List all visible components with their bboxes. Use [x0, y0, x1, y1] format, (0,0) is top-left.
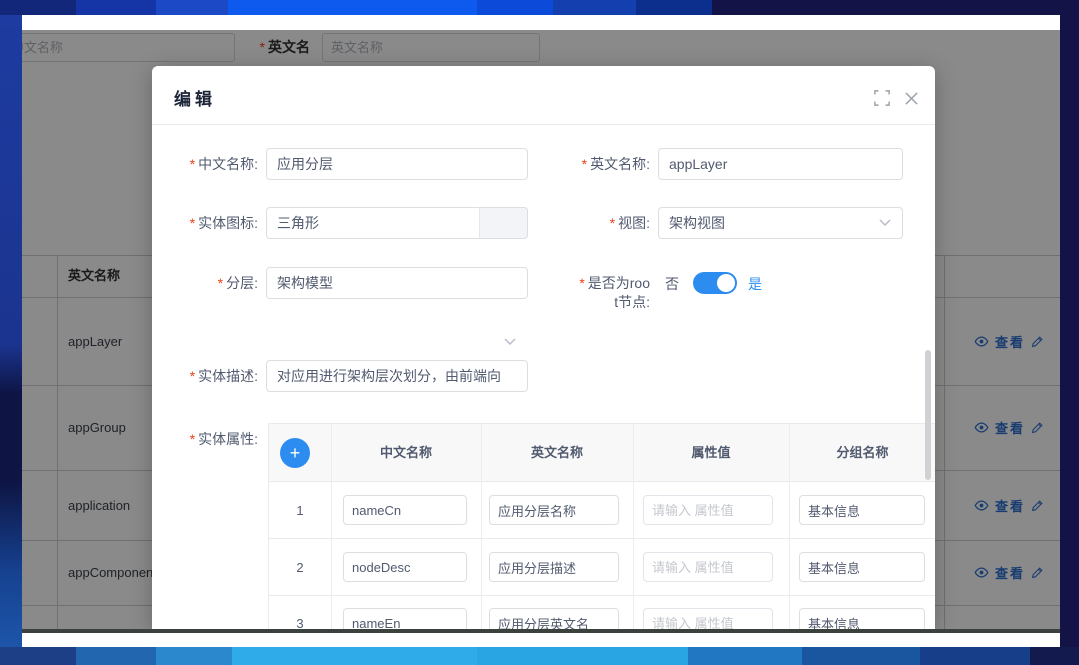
attr-row-number: 3: [269, 595, 331, 629]
toggle-knob: [717, 274, 735, 292]
attr-name-en-input[interactable]: [489, 608, 619, 629]
modal-header-divider: [152, 124, 935, 125]
required-asterisk: *: [218, 275, 223, 291]
close-icon[interactable]: [904, 91, 919, 106]
attr-value-input[interactable]: [643, 608, 773, 629]
attrs-col-name-en: 英文名称: [481, 424, 633, 482]
name-cn-input[interactable]: [266, 148, 528, 180]
attrs-col-attr-value: 属性值: [633, 424, 789, 482]
attr-value-input[interactable]: [643, 552, 773, 582]
layer-select[interactable]: [266, 267, 528, 299]
required-asterisk: *: [610, 215, 615, 231]
attr-row-number: 1: [269, 482, 331, 539]
field-label-name-en: *英文名称:: [544, 148, 650, 180]
required-asterisk: *: [190, 215, 195, 231]
required-asterisk: *: [190, 156, 195, 172]
attr-row: 2: [269, 539, 935, 596]
attrs-col-group-name: 分组名称: [789, 424, 935, 482]
required-asterisk: *: [579, 275, 584, 291]
entity-icon-preview[interactable]: [479, 207, 528, 239]
app-window: *英文名 英文名称 appLayer appGroup application …: [22, 15, 1060, 647]
field-label-view: *视图:: [544, 207, 650, 239]
attr-group-input[interactable]: [799, 552, 925, 582]
chevron-down-icon: [879, 219, 891, 227]
field-label-name-cn: *中文名称:: [152, 148, 258, 180]
edit-modal: 编辑 *中文名称: *英文名称: *实体图标: *视图: *分层: *是否为ro…: [152, 66, 935, 629]
decor-left-strip: [0, 15, 22, 647]
field-label-entity-icon: *实体图标:: [152, 207, 258, 239]
field-label-entity-desc: *实体描述:: [152, 360, 258, 392]
decor-bottom-bar: [0, 647, 1079, 665]
field-label-text: 中文名称:: [198, 156, 258, 172]
modal-window-controls: [874, 90, 919, 106]
field-label-text: t节点:: [614, 294, 650, 310]
attr-row: 3: [269, 595, 935, 629]
attr-row-number: 2: [269, 539, 331, 596]
field-label-entity-attrs: *实体属性:: [152, 423, 258, 455]
attrs-col-name-cn: 中文名称: [331, 424, 481, 482]
attr-name-en-input[interactable]: [489, 552, 619, 582]
attr-row: 1: [269, 482, 935, 539]
attr-name-en-input[interactable]: [489, 495, 619, 525]
attr-name-cn-input[interactable]: [343, 495, 467, 525]
view-select[interactable]: [658, 207, 903, 239]
name-en-input[interactable]: [658, 148, 903, 180]
attr-name-cn-input[interactable]: [343, 552, 467, 582]
attr-value-input[interactable]: [643, 495, 773, 525]
required-asterisk: *: [190, 368, 195, 384]
chevron-down-icon: [504, 338, 516, 346]
field-label-text: 分层:: [226, 275, 258, 291]
required-asterisk: *: [582, 156, 587, 172]
decor-top-bar: [0, 0, 1079, 15]
toggle-off-label: 否: [665, 274, 679, 294]
field-label-text: 是否为roo: [588, 275, 650, 291]
fullscreen-icon[interactable]: [874, 90, 890, 106]
decor-right-strip: [1060, 15, 1079, 647]
field-label-text: 实体图标:: [198, 215, 258, 231]
field-label-text: 视图:: [618, 215, 650, 231]
field-label-text: 实体描述:: [198, 368, 258, 384]
browser-chrome-bottom: [22, 633, 1060, 647]
field-label-text: 实体属性:: [198, 431, 258, 447]
entity-attrs-table: + 中文名称 英文名称 属性值 分组名称 1 2: [268, 423, 935, 629]
add-attr-button[interactable]: +: [280, 438, 310, 468]
entity-desc-input[interactable]: [266, 360, 528, 392]
modal-scrollbar-thumb[interactable]: [925, 350, 931, 480]
required-asterisk: *: [190, 431, 195, 447]
field-label-text: 英文名称:: [590, 156, 650, 172]
attr-group-input[interactable]: [799, 608, 925, 629]
screenshot-frame: *英文名 英文名称 appLayer appGroup application …: [0, 0, 1079, 665]
field-label-is-root: *是否为roo t节点:: [544, 274, 650, 312]
attr-name-cn-input[interactable]: [343, 608, 467, 629]
field-label-layer: *分层:: [152, 267, 258, 299]
is-root-toggle[interactable]: [693, 272, 737, 294]
attr-group-input[interactable]: [799, 495, 925, 525]
toggle-on-label: 是: [748, 274, 762, 294]
modal-title: 编辑: [174, 85, 216, 110]
